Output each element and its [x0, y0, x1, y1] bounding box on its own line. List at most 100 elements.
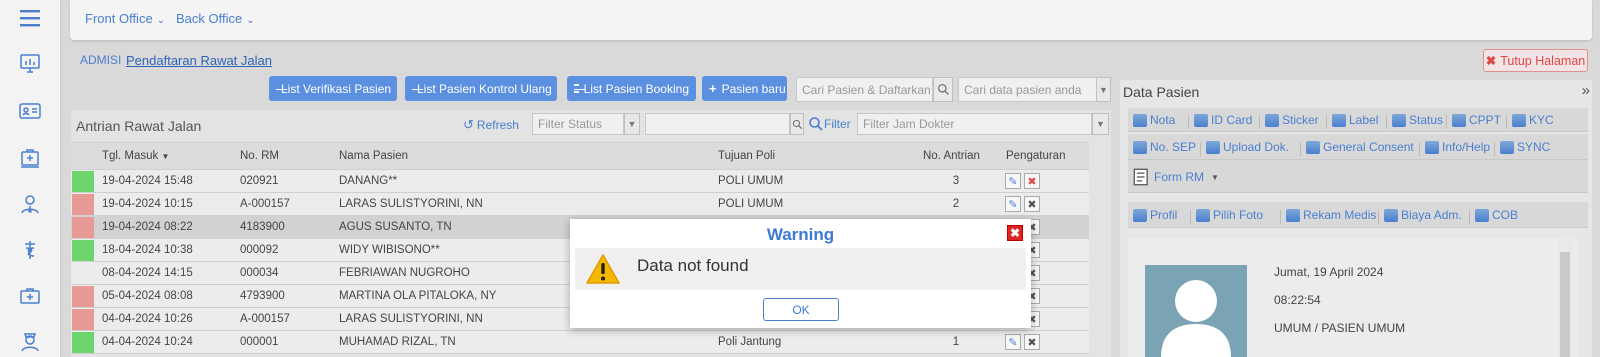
- jam-dokter-filter-select[interactable]: Filter Jam Dokter: [857, 113, 1092, 135]
- tool-label[interactable]: Label: [1326, 113, 1378, 129]
- tool-no-sep[interactable]: No. SEP: [1133, 140, 1196, 154]
- pasien-baru-button[interactable]: + Pasien baru: [702, 76, 787, 101]
- visit-date: Jumat, 19 April 2024: [1274, 265, 1384, 279]
- delete-icon[interactable]: ✖: [1024, 196, 1040, 212]
- breadcrumb-root[interactable]: ADMISI: [80, 53, 121, 67]
- cari-data-dropdown[interactable]: ▼: [1096, 77, 1111, 102]
- chevron-down-icon: ▼: [1096, 119, 1105, 129]
- column-tgl-masuk[interactable]: Tgl. Masuk ▼: [102, 150, 169, 162]
- edit-icon[interactable]: ✎: [1005, 173, 1021, 189]
- scrollbar-thumb[interactable]: [1560, 252, 1570, 357]
- warning-icon: [586, 254, 620, 284]
- list-verifikasi-button[interactable]: List Verifikasi Pasien: [269, 76, 397, 101]
- tool-info-help[interactable]: Info/Help: [1419, 140, 1491, 156]
- label-icon: [1332, 113, 1346, 127]
- table-row[interactable]: 19-04-2024 10:15 A-000157 LARAS SULISTYORI…: [71, 193, 1089, 216]
- menu-back-office[interactable]: Back Office ⌄: [176, 11, 255, 26]
- tool-sticker[interactable]: Sticker: [1259, 113, 1319, 129]
- table-row[interactable]: 04-04-2024 10:24 000001 MUHAMAD RIZAL, TN P…: [71, 331, 1089, 354]
- tool-nota[interactable]: Nota: [1133, 113, 1175, 127]
- medical-kit-icon[interactable]: [18, 146, 42, 170]
- status-indicator: [72, 286, 94, 307]
- sort-down-icon: ▼: [161, 152, 170, 161]
- tool-cppt[interactable]: CPPT: [1446, 113, 1501, 129]
- status-icon: [1392, 113, 1406, 127]
- toolbar-separator: [1326, 115, 1327, 129]
- cell-rm: A-000157: [240, 313, 290, 325]
- patient-toolbar-3: Form RM ▼: [1128, 160, 1588, 193]
- queue-search-button[interactable]: [790, 113, 804, 135]
- tool-label: General Consent: [1323, 140, 1414, 154]
- table-row[interactable]: 19-04-2024 15:48 020921 DANANG** POLI UMUM 3…: [71, 170, 1089, 193]
- delete-icon[interactable]: ✖: [1024, 334, 1040, 350]
- cppt-icon: [1452, 113, 1466, 127]
- form-rm-menu[interactable]: Form RM ▼: [1133, 168, 1219, 186]
- id-card-icon[interactable]: [18, 99, 42, 123]
- tool-status[interactable]: Status: [1386, 113, 1443, 129]
- jam-dokter-dropdown[interactable]: ▼: [1092, 113, 1109, 135]
- general-consent-icon: [1306, 140, 1320, 154]
- hospital-case-icon[interactable]: [18, 284, 42, 308]
- tool-id-card[interactable]: ID Card: [1188, 113, 1252, 129]
- cell-tgl: 04-04-2024 10:24: [102, 336, 193, 348]
- info-help-icon: [1425, 140, 1439, 154]
- visit-time: 08:22:54: [1274, 293, 1321, 307]
- tool-general-consent[interactable]: General Consent: [1300, 140, 1414, 156]
- dialog-message: Data not found: [637, 256, 749, 275]
- edit-icon[interactable]: ✎: [1005, 334, 1021, 350]
- queue-title: Antrian Rawat Jalan: [76, 118, 202, 134]
- list-booking-button[interactable]: List Pasien Booking: [567, 76, 696, 101]
- kyc-icon: [1512, 113, 1526, 127]
- close-page-button[interactable]: ✖ Tutup Halaman: [1483, 49, 1588, 72]
- toolbar-separator: [1469, 210, 1470, 224]
- nurse-icon[interactable]: [18, 328, 42, 352]
- column-nama-pasien[interactable]: Nama Pasien: [339, 150, 408, 162]
- tool-label: Pilih Foto: [1213, 208, 1264, 222]
- tool-cob[interactable]: COB: [1469, 208, 1519, 224]
- tool-profil[interactable]: Profil: [1133, 208, 1177, 222]
- status-filter-select[interactable]: Filter Status: [532, 113, 624, 135]
- cell-nama: AGUS SUSANTO, TN: [339, 221, 452, 233]
- queue-search-input[interactable]: [645, 113, 790, 135]
- sticker-icon: [1265, 113, 1279, 127]
- search-button[interactable]: [933, 77, 953, 102]
- tool-pilih-foto[interactable]: Pilih Foto: [1190, 208, 1264, 224]
- tool-upload-dok[interactable]: Upload Dok.: [1200, 140, 1289, 156]
- refresh-button[interactable]: ↺ Refresh: [463, 117, 519, 133]
- caduceus-icon[interactable]: [18, 238, 42, 262]
- status-indicator: [72, 217, 94, 238]
- hamburger-menu-icon[interactable]: [18, 6, 42, 30]
- tool-rekam-medis[interactable]: Rekam Medis: [1280, 208, 1377, 224]
- chevron-down-icon: ▼: [1099, 84, 1108, 95]
- dialog-close-button[interactable]: ✖: [1007, 225, 1023, 241]
- table-header: Tgl. Masuk ▼ No. RM Nama Pasien Tujuan P…: [71, 142, 1089, 170]
- tool-label: Rekam Medis: [1303, 208, 1377, 222]
- cell-tgl: 19-04-2024 08:22: [102, 221, 193, 233]
- tool-sync[interactable]: SYNC: [1494, 140, 1550, 156]
- column-no-antrian[interactable]: No. Antrian: [923, 150, 980, 162]
- status-filter-dropdown[interactable]: ▼: [624, 113, 640, 135]
- tool-label: COB: [1492, 208, 1519, 222]
- dialog-title: Warning: [766, 225, 835, 244]
- breadcrumb-current[interactable]: Pendaftaran Rawat Jalan: [126, 53, 272, 68]
- cell-nama: LARAS SULISTYORINI, NN: [339, 313, 483, 325]
- cari-daftar-input[interactable]: Cari Pasien & Daftarkan: [796, 77, 933, 102]
- list-kontrol-button[interactable]: List Pasien Kontrol Ulang: [405, 76, 557, 101]
- edit-icon[interactable]: ✎: [1005, 196, 1021, 212]
- list-icon: [574, 84, 585, 93]
- tool-kyc[interactable]: KYC: [1506, 113, 1554, 129]
- cari-data-input[interactable]: Cari data pasien anda: [958, 77, 1110, 102]
- monitor-chart-icon[interactable]: [18, 51, 42, 75]
- column-no-rm[interactable]: No. RM: [240, 150, 279, 162]
- collapse-icon[interactable]: »: [1582, 82, 1590, 99]
- doctor-icon[interactable]: [18, 192, 42, 216]
- tool-biaya-adm[interactable]: Biaya Adm.: [1378, 208, 1462, 224]
- delete-icon[interactable]: ✖: [1024, 173, 1040, 189]
- patient-scrollbar[interactable]: [1558, 236, 1572, 357]
- status-indicator: [72, 309, 94, 330]
- tool-label: Info/Help: [1442, 140, 1491, 154]
- ok-button[interactable]: OK: [763, 298, 839, 321]
- column-tujuan-poli[interactable]: Tujuan Poli: [718, 150, 775, 162]
- filter-search-icon[interactable]: [808, 116, 824, 132]
- menu-front-office[interactable]: Front Office ⌄: [85, 11, 165, 26]
